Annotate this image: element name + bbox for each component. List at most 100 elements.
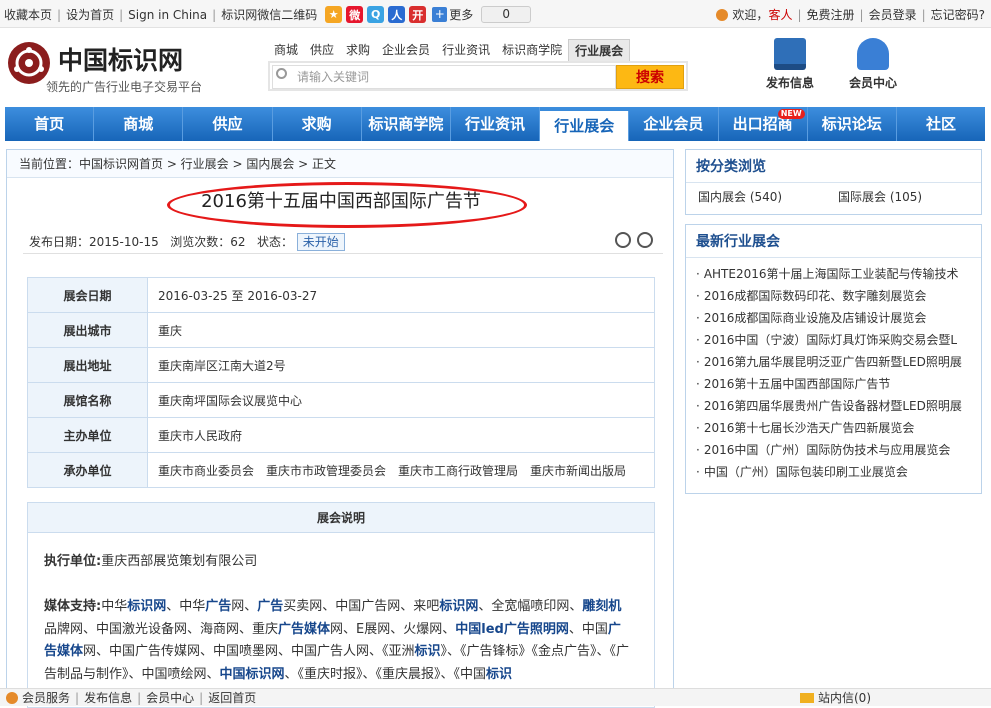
table-row: 展馆名称 重庆南坪国际会议展览中心 xyxy=(27,382,655,418)
site-header: 中国标识网 领先的广告行业电子交易平台 商城 供应 求购 企业会员 行业资讯 标… xyxy=(0,28,991,105)
publish-info-label: 发布信息 xyxy=(765,76,814,90)
media-label: 媒体支持: xyxy=(44,599,102,614)
search-tab-news[interactable]: 行业资讯 xyxy=(436,39,496,61)
weibo-share-icon[interactable]: 微 xyxy=(346,6,364,23)
status-label: 状态： xyxy=(256,235,293,249)
envelope-icon xyxy=(800,693,814,703)
info-value: 重庆市人民政府 xyxy=(147,417,655,453)
share-count: 0 xyxy=(481,6,532,23)
member-center-link[interactable]: 会员中心 xyxy=(146,689,194,707)
category-panel: 按分类浏览 国内展会 (540) 国际展会 (105) xyxy=(685,149,982,215)
site-logo-icon[interactable] xyxy=(8,42,50,84)
table-row: 展出地址 重庆南岸区江南大道2号 xyxy=(27,347,655,383)
qzone-share-icon[interactable]: ★ xyxy=(325,6,343,23)
bookmark-link[interactable]: 收藏本页 xyxy=(4,6,52,23)
member-service-icon xyxy=(6,692,18,704)
list-item[interactable]: 2016第十七届长沙浩天广告四新展览会 xyxy=(696,417,976,439)
info-key: 展出城市 xyxy=(27,312,148,348)
forgot-password-link[interactable]: 忘记密码? xyxy=(931,6,985,23)
nav-buy[interactable]: 求购 xyxy=(273,107,362,141)
list-item[interactable]: 2016中国（宁波）国际灯具灯饰采购交易会暨L xyxy=(696,329,976,351)
publish-info-button[interactable]: 发布信息 xyxy=(760,38,820,91)
description-box: 展会说明 执行单位:重庆西部展览策划有限公司 媒体支持:中华标识网、中华广告网、… xyxy=(27,502,655,708)
list-item[interactable]: AHTE2016第十届上海国际工业装配与传输技术 xyxy=(696,263,976,285)
publish-info-link[interactable]: 发布信息 xyxy=(84,689,132,707)
search-tab-academy[interactable]: 标识商学院 xyxy=(496,39,568,61)
list-item[interactable]: 2016成都国际数码印花、数字雕刻展览会 xyxy=(696,285,976,307)
nav-academy[interactable]: 标识商学院 xyxy=(362,107,451,141)
category-international-link[interactable]: 国际展会 (105) xyxy=(838,188,978,205)
set-homepage-link[interactable]: 设为首页 xyxy=(66,6,114,23)
list-item[interactable]: 2016第十五届中国西部国际广告节 xyxy=(696,373,976,395)
search-tab-mall[interactable]: 商城 xyxy=(268,39,304,61)
search-tab-exhibitions[interactable]: 行业展会 xyxy=(568,39,631,61)
info-value: 重庆南岸区江南大道2号 xyxy=(147,347,655,383)
top-bar: 收藏本页 | 设为首页 | Sign in China | 标识网微信二维码 ★ 微 … xyxy=(0,0,991,28)
member-center-label: 会员中心 xyxy=(848,76,897,90)
new-badge: NEW xyxy=(777,109,805,119)
nav-members[interactable]: 企业会员 xyxy=(629,107,719,141)
login-link[interactable]: 会员登录 xyxy=(869,6,917,23)
list-item[interactable]: 2016第九届华展昆明泛亚广告四新暨LED照明展 xyxy=(696,351,976,373)
search-tab-buy[interactable]: 求购 xyxy=(340,39,376,61)
member-center-button[interactable]: 会员中心 xyxy=(843,38,903,91)
list-item[interactable]: 中国（广州）国际包装印刷工业展览会 xyxy=(696,461,976,483)
executor-line: 执行单位:重庆西部展览策划有限公司 xyxy=(44,550,257,569)
inbox-link[interactable]: 站内信(0) xyxy=(818,689,871,707)
wechat-qr-link[interactable]: 标识网微信二维码 xyxy=(221,6,317,23)
info-key: 主办单位 xyxy=(27,417,148,453)
register-link[interactable]: 免费注册 xyxy=(807,6,855,23)
nav-news[interactable]: 行业资讯 xyxy=(451,107,541,141)
info-key: 展出地址 xyxy=(27,347,148,383)
back-home-link[interactable]: 返回首页 xyxy=(208,689,256,707)
search-input[interactable]: 请输入关键词 xyxy=(272,65,616,89)
zoom-out-icon[interactable] xyxy=(637,232,653,248)
member-service-link[interactable]: 会员服务 xyxy=(22,689,70,707)
list-item[interactable]: 2016成都国际商业设施及店铺设计展览会 xyxy=(696,307,976,329)
nav-supply[interactable]: 供应 xyxy=(183,107,273,141)
executor-label: 执行单位: xyxy=(44,554,102,569)
info-value: 重庆南坪国际会议展览中心 xyxy=(147,382,655,418)
zoom-in-icon[interactable] xyxy=(615,232,631,248)
table-row: 承办单位 重庆市商业委员会 重庆市市政管理委员会 重庆市工商行政管理局 重庆市新闻… xyxy=(27,452,655,488)
page-title: 2016第十五届中国西部国际广告节 xyxy=(201,191,481,212)
table-row: 主办单位 重庆市人民政府 xyxy=(27,417,655,453)
search-tab-members[interactable]: 企业会员 xyxy=(376,39,436,61)
status-badge: 未开始 xyxy=(296,233,345,251)
nav-home[interactable]: 首页 xyxy=(5,107,95,141)
more-share-icon[interactable]: + xyxy=(432,7,448,22)
category-heading: 按分类浏览 xyxy=(686,150,981,183)
exhibition-info-table: 展会日期 2016-03-25 至 2016-03-27 展出城市 重庆 展出地址重… xyxy=(27,277,655,488)
info-key: 承办单位 xyxy=(27,452,148,488)
article-panel: 当前位置：中国标识网首页 > 行业展会 > 国内展会 > 正文 2016第十五届… xyxy=(6,149,674,708)
breadcrumb[interactable]: 当前位置：中国标识网首页 > 行业展会 > 国内展会 > 正文 xyxy=(7,150,673,178)
nav-community[interactable]: 社区 xyxy=(897,107,985,141)
search-tab-supply[interactable]: 供应 xyxy=(304,39,340,61)
nav-forum[interactable]: 标识论坛 xyxy=(808,107,897,141)
sign-in-china-link[interactable]: Sign in China xyxy=(128,8,207,22)
tencent-weibo-share-icon[interactable]: Q xyxy=(367,6,385,23)
user-avatar-icon xyxy=(857,38,889,70)
nav-export[interactable]: 出口招商 NEW xyxy=(719,107,808,141)
media-support: 媒体支持:中华标识网、中华广告网、广告买卖网、中国广告网、来吧标识网、全宽幅喷印… xyxy=(44,599,630,682)
nav-mall[interactable]: 商城 xyxy=(94,107,184,141)
article-meta: 发布日期：2015-10-15 浏览次数：62 状态： 未开始 xyxy=(23,232,663,254)
welcome-text: 欢迎， xyxy=(732,8,769,22)
category-domestic-link[interactable]: 国内展会 (540) xyxy=(698,188,838,205)
kaixin-share-icon[interactable]: 开 xyxy=(409,6,427,23)
nav-exhibitions[interactable]: 行业展会 xyxy=(540,111,630,141)
site-logo-title[interactable]: 中国标识网 xyxy=(58,41,183,77)
search-button[interactable]: 搜索 xyxy=(616,65,684,89)
more-share-label[interactable]: 更多 xyxy=(449,6,473,23)
info-key: 展会日期 xyxy=(27,277,148,313)
renren-share-icon[interactable]: 人 xyxy=(388,6,406,23)
table-row: 展会日期 2016-03-25 至 2016-03-27 xyxy=(27,277,655,313)
search-tabs: 商城 供应 求购 企业会员 行业资讯 标识商学院 行业展会 xyxy=(268,39,631,61)
executor-value: 重庆西部展览策划有限公司 xyxy=(101,554,258,569)
list-item[interactable]: 2016中国（广州）国际防伪技术与应用展览会 xyxy=(696,439,976,461)
latest-exhibitions-panel: 最新行业展会 AHTE2016第十届上海国际工业装配与传输技术 2016成都国际… xyxy=(685,224,982,494)
view-count: 浏览次数：62 xyxy=(170,235,246,249)
site-slogan: 领先的广告行业电子交易平台 xyxy=(46,80,203,94)
info-value: 2016-03-25 至 2016-03-27 xyxy=(147,277,655,313)
list-item[interactable]: 2016第四届华展贵州广告设备器材暨LED照明展 xyxy=(696,395,976,417)
